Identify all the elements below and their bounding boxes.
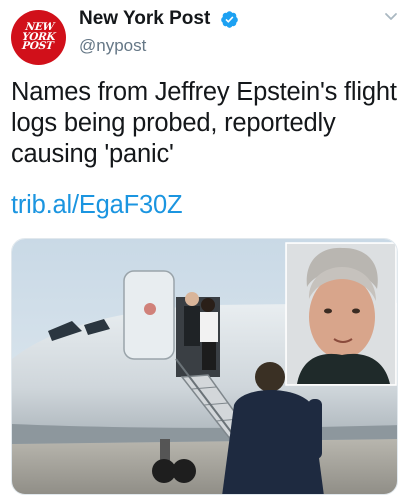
handle[interactable]: @nypost: [79, 36, 146, 56]
media-image[interactable]: [11, 238, 398, 495]
avatar[interactable]: NEW YORK POST: [11, 10, 66, 65]
tweet-card: NEW YORK POST New York Post @nypost Name…: [0, 0, 409, 500]
tweet-text: Names from Jeffrey Epstein's flight logs…: [11, 78, 397, 168]
avatar-logo: NEW YORK POST: [20, 21, 56, 53]
jet-boarding-photo: [12, 239, 397, 494]
tweet-link[interactable]: trib.al/EgaF30Z: [11, 190, 183, 221]
chevron-down-icon[interactable]: [384, 12, 398, 22]
display-name[interactable]: New York Post: [79, 8, 210, 30]
mugshot-inset: [285, 242, 397, 386]
avatar-logo-line-3: POST: [21, 40, 54, 53]
verified-badge-icon: [221, 11, 238, 28]
